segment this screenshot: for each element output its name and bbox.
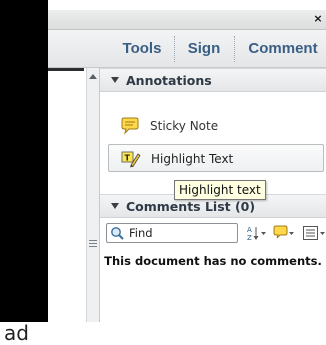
comments-toolbar: Find A Z — [106, 222, 326, 244]
comment-pane: Annotations Sticky Note T Highlight Text… — [100, 68, 326, 322]
annotations-title: Annotations — [126, 73, 212, 88]
tooltip: Highlight text — [174, 180, 266, 200]
document-edge — [48, 68, 84, 71]
svg-text:A: A — [247, 226, 252, 234]
scrollbar[interactable] — [86, 68, 100, 322]
background-partial-text: ad — [4, 321, 29, 345]
tab-divider — [234, 36, 235, 62]
document-area — [48, 68, 86, 322]
sticky-note-tool[interactable]: Sticky Note — [108, 112, 324, 140]
collapse-triangle-icon — [111, 77, 119, 83]
collapse-triangle-icon — [111, 203, 119, 209]
tab-divider — [174, 36, 175, 62]
svg-text:Z: Z — [247, 234, 252, 242]
options-list-icon[interactable] — [302, 224, 326, 242]
find-field[interactable]: Find — [106, 223, 238, 243]
tab-sign[interactable]: Sign — [176, 30, 232, 68]
highlight-text-tool[interactable]: T Highlight Text — [108, 144, 324, 172]
find-label: Find — [129, 226, 153, 240]
highlight-text-label: Highlight Text — [151, 152, 234, 166]
tab-comment[interactable]: Comment — [240, 30, 326, 68]
empty-comments-message: This document has no comments. — [104, 254, 322, 268]
svg-text:T: T — [125, 154, 131, 163]
filter-comments-icon[interactable] — [272, 224, 296, 242]
close-button[interactable]: × — [313, 12, 323, 26]
sticky-note-label: Sticky Note — [150, 119, 219, 133]
search-icon — [111, 227, 124, 240]
scroll-up-arrow-icon[interactable] — [87, 72, 99, 82]
sticky-note-icon — [121, 117, 139, 135]
annotations-header[interactable]: Annotations — [100, 68, 326, 92]
sort-icon[interactable]: A Z — [246, 224, 268, 242]
document-background — [0, 0, 48, 322]
title-bar: × — [48, 10, 326, 30]
pane-toolbar: Tools Sign Comment — [48, 30, 326, 68]
splitter-grip-icon[interactable] — [89, 240, 97, 248]
background-strip — [0, 322, 326, 345]
tab-tools[interactable]: Tools — [114, 30, 170, 68]
highlight-text-icon: T — [121, 151, 141, 168]
